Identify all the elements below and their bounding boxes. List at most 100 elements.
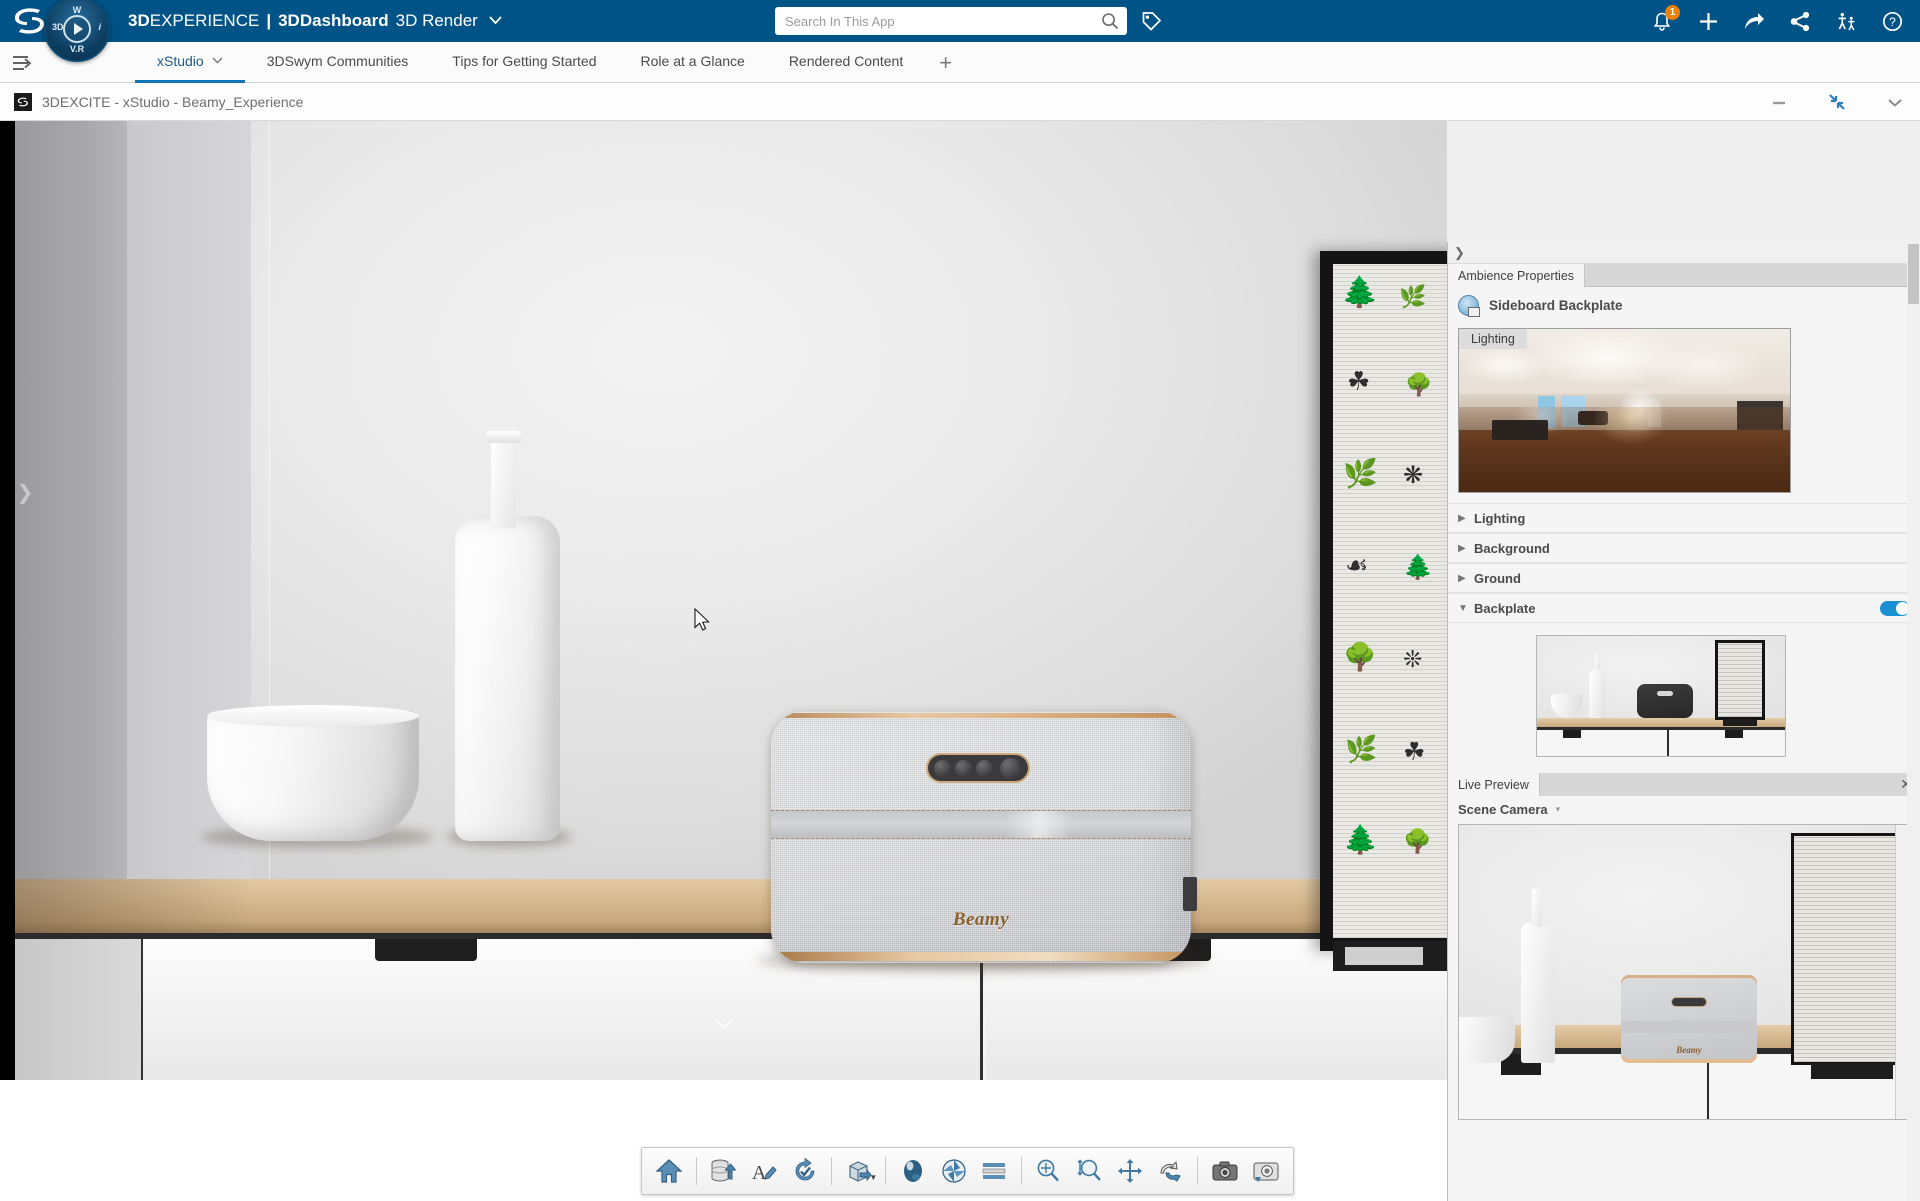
brand-separator: |	[266, 11, 272, 30]
chevron-down-icon[interactable]	[212, 56, 223, 67]
tab-xstudio[interactable]: xStudio	[135, 42, 245, 83]
chevron-down-icon[interactable]: ▼	[869, 1173, 877, 1182]
speaker-button[interactable]	[976, 759, 993, 777]
restore-down-icon[interactable]	[1826, 91, 1848, 113]
search-icon[interactable]	[1093, 8, 1127, 34]
viewport-bottom-expander[interactable]	[714, 1016, 734, 1036]
speaker-control-panel[interactable]	[926, 753, 1030, 783]
zoom-area-icon[interactable]	[1070, 1151, 1109, 1191]
share-nodes-icon[interactable]	[1788, 9, 1812, 33]
hdri-environment-thumbnail[interactable]: Lighting	[1458, 328, 1791, 493]
material-sphere-icon[interactable]	[893, 1151, 932, 1191]
cabinet-handle	[375, 939, 477, 961]
backplate-thumbnail-wrapper	[1448, 623, 1920, 771]
scene-framed-poster: 🌲 🌿 ☘ 🌳 🌿 ❋ ☙ 🌲 🌳 ❊ 🌿 ☘ 🌲 🌳	[1320, 251, 1447, 951]
aperture-render-icon[interactable]	[934, 1151, 973, 1191]
3d-viewport[interactable]: Beamy 🌲 🌿 ☘ 🌳 🌿 ❋ ☙ 🌲 🌳 ❊ 🌿 ☘ 🌲 🌳 ❯	[0, 121, 1447, 1080]
tab-ambience-properties[interactable]: Ambience Properties	[1448, 264, 1586, 287]
bell-icon[interactable]: 1	[1650, 5, 1680, 33]
live-preview-image[interactable]: Beamy	[1458, 824, 1910, 1120]
bowl-rim	[207, 705, 419, 727]
scene-shelf-shadow	[15, 879, 255, 937]
section-backplate[interactable]: ▼ Backplate	[1448, 593, 1920, 623]
chevron-down-icon[interactable]: ▾	[1556, 804, 1561, 815]
compass-quadrant-south[interactable]: V.R	[70, 44, 84, 54]
tab-role-at-a-glance[interactable]: Role at a Glance	[619, 42, 767, 83]
pan-icon[interactable]	[1111, 1151, 1150, 1191]
section-ground[interactable]: ▶ Ground	[1448, 563, 1920, 593]
camera-icon[interactable]	[1205, 1151, 1244, 1191]
add-tab-button[interactable]: +	[925, 42, 966, 83]
zoom-fit-icon[interactable]	[1029, 1151, 1068, 1191]
application-title-bar: 3DEXCITE - xStudio - Beamy_Experience	[0, 83, 1920, 121]
scrollbar-thumb[interactable]	[1908, 244, 1919, 304]
speaker-band	[771, 810, 1191, 839]
import-model-icon[interactable]: ▼	[839, 1151, 878, 1191]
scene-cabinet	[15, 939, 1447, 1080]
scene-bowl	[207, 711, 419, 841]
viewport-left-expander[interactable]: ❯	[16, 479, 34, 505]
chevron-down-icon[interactable]	[489, 14, 502, 28]
live-preview-tab-row: Live Preview ✕	[1448, 773, 1920, 796]
tab-tips-for-getting-started[interactable]: Tips for Getting Started	[430, 42, 618, 83]
tab-3dswym-communities[interactable]: 3DSwym Communities	[245, 42, 431, 83]
speaker-volume-knob[interactable]	[1000, 757, 1021, 779]
compass-quadrant-north[interactable]: W	[73, 5, 82, 15]
hamburger-menu-icon[interactable]	[8, 51, 36, 75]
chevron-down-icon[interactable]	[1884, 91, 1906, 113]
window-controls	[1768, 83, 1906, 121]
tab-label: xStudio	[157, 53, 204, 69]
section-label: Ground	[1474, 570, 1521, 586]
help-icon[interactable]: ?	[1880, 9, 1904, 33]
home-icon[interactable]	[650, 1151, 689, 1191]
toolbar-separator	[885, 1157, 887, 1185]
global-search[interactable]	[775, 7, 1127, 35]
lighting-thumbnail-wrapper: Lighting	[1448, 324, 1920, 503]
save-to-database-icon[interactable]	[704, 1151, 743, 1191]
tab-label: Tips for Getting Started	[452, 53, 597, 69]
layers-list-icon[interactable]	[975, 1151, 1014, 1191]
notification-badge: 1	[1665, 5, 1680, 20]
tab-live-preview[interactable]: Live Preview	[1448, 773, 1540, 796]
toolbar-separator	[1020, 1157, 1022, 1185]
compass-play-hub[interactable]	[63, 15, 91, 43]
panel-scrollbar[interactable]	[1907, 242, 1920, 1201]
workspace: Beamy 🌲 🌿 ☘ 🌳 🌿 ❋ ☙ 🌲 🌳 ❊ 🌿 ☘ 🌲 🌳 ❯ A ▼ …	[0, 121, 1920, 1201]
rotate-manipulate-icon[interactable]	[1151, 1151, 1190, 1191]
update-refresh-icon[interactable]	[786, 1151, 825, 1191]
scene-beamy-speaker[interactable]: Beamy	[771, 711, 1191, 963]
share-arrow-icon[interactable]	[1742, 9, 1766, 33]
plus-icon[interactable]	[1696, 9, 1720, 33]
live-preview-camera-row[interactable]: Scene Camera ▾	[1448, 796, 1920, 822]
annotate-text-icon[interactable]: A	[745, 1151, 784, 1191]
section-lighting[interactable]: ▶ Lighting	[1448, 503, 1920, 533]
viewport-letterbox	[0, 121, 15, 1080]
minimize-icon[interactable]	[1768, 91, 1790, 113]
speaker-button[interactable]	[955, 759, 972, 777]
camera-name: Scene Camera	[1458, 801, 1548, 817]
panel-collapse-button[interactable]: ❯	[1448, 242, 1920, 264]
section-label: Background	[1474, 540, 1550, 556]
section-background[interactable]: ▶ Background	[1448, 533, 1920, 563]
live-preview-tab-filler: ✕	[1539, 773, 1920, 796]
tag-icon[interactable]	[1138, 9, 1164, 35]
3dswym-people-icon[interactable]	[1834, 9, 1858, 33]
svg-text:?: ?	[1889, 15, 1896, 29]
rendered-scene: Beamy 🌲 🌿 ☘ 🌳 🌿 ❋ ☙ 🌲 🌳 ❊ 🌿 ☘ 🌲 🌳	[15, 121, 1447, 1080]
product-logo: Beamy	[952, 909, 1010, 930]
search-input[interactable]	[775, 13, 1093, 29]
triangle-right-icon: ▶	[1458, 512, 1466, 524]
brand-dashboard-name: 3D Render	[395, 11, 478, 30]
triangle-down-icon: ▼	[1458, 602, 1468, 614]
tab-label: Rendered Content	[788, 53, 904, 69]
brand-title: 3DEXPERIENCE | 3DDashboard 3D Render	[128, 0, 502, 42]
backplate-thumbnail[interactable]	[1536, 635, 1786, 757]
backplate-toggle[interactable]	[1880, 600, 1910, 616]
speaker-button[interactable]	[934, 759, 951, 777]
top-bar-actions: 1 ?	[1650, 0, 1910, 42]
tab-rendered-content[interactable]: Rendered Content	[767, 42, 925, 83]
snapshot-icon[interactable]	[1246, 1151, 1285, 1191]
brand-3d: 3DEXPERIENCE	[128, 11, 260, 30]
compass-quadrant-west[interactable]: 3D	[52, 22, 64, 32]
compass-quadrant-east[interactable]: i	[98, 22, 101, 32]
